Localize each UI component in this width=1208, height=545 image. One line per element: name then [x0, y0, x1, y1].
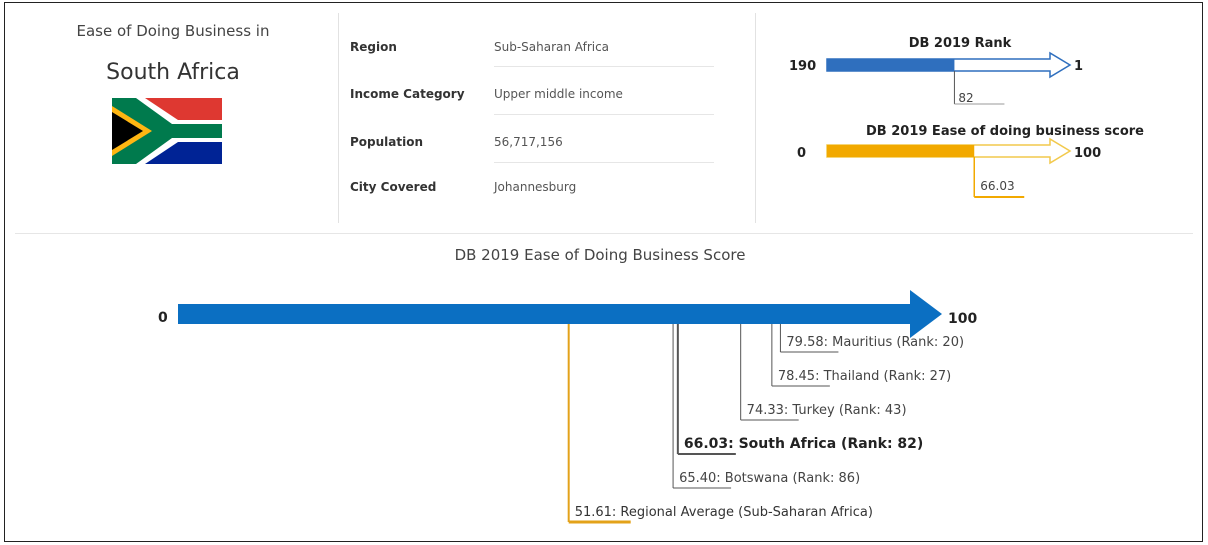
economy-label: 65.40: Botswana (Rank: 86)	[679, 471, 860, 486]
chart-max-label: 100	[948, 311, 977, 327]
economy-label: 74.33: Turkey (Rank: 43)	[747, 403, 907, 418]
economy-markers: 79.58: Mauritius (Rank: 20) 78.45: Thaila…	[567, 324, 964, 524]
economy-label: 79.58: Mauritius (Rank: 20)	[786, 335, 964, 350]
economy-label: 66.03: South Africa (Rank: 82)	[684, 436, 923, 452]
economy-label: 78.45: Thailand (Rank: 27)	[778, 369, 951, 384]
chart-title: DB 2019 Ease of Doing Business Score	[455, 246, 746, 264]
chart-min-label: 0	[158, 310, 168, 326]
economy-label: 51.61: Regional Average (Sub-Saharan Afr…	[575, 505, 873, 520]
score-chart: DB 2019 Ease of Doing Business Score 0 1…	[158, 246, 977, 524]
score-axis-arrow	[178, 290, 942, 338]
